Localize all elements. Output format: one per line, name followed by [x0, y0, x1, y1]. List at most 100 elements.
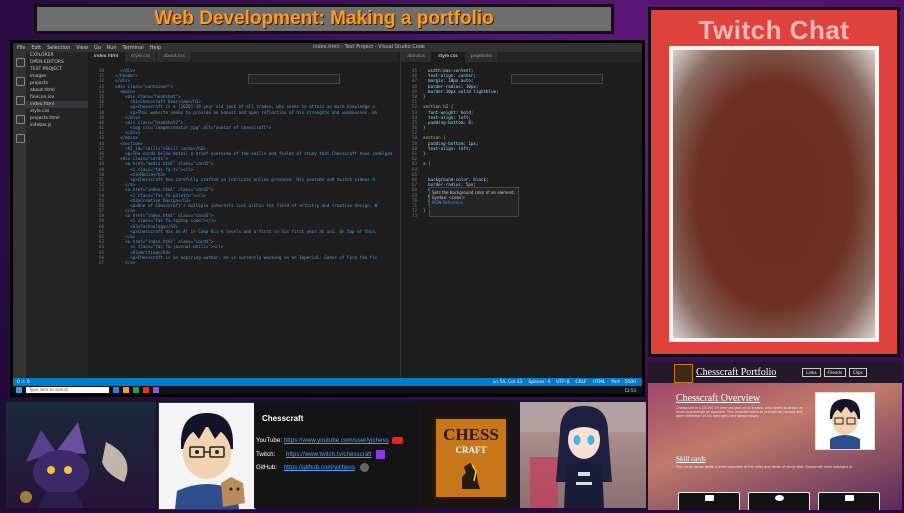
- vscode-titlebar: File Edit Selection View Go Run Terminal…: [13, 43, 642, 52]
- file-item[interactable]: style.css: [26, 108, 88, 115]
- youtube-icon: [392, 437, 404, 444]
- code-text: }: [423, 208, 426, 214]
- skill-card-media[interactable]: [678, 492, 740, 510]
- status-eol[interactable]: CRLF: [575, 380, 586, 385]
- explorer-icon[interactable]: [16, 58, 25, 67]
- search-icon[interactable]: [16, 77, 25, 86]
- chess-knight-icon: [462, 463, 480, 489]
- laptop-code-icon: [844, 495, 854, 501]
- code-text: <p>Chesscraft is an aspiring author, he …: [110, 254, 378, 260]
- status-language[interactable]: HTML: [593, 380, 606, 385]
- file-item[interactable]: projects: [26, 80, 88, 87]
- twitch-icon: [376, 450, 386, 459]
- menu-help[interactable]: Help: [150, 45, 161, 51]
- code-text: text-align: left;: [423, 145, 471, 151]
- site-name-link[interactable]: Chesscraft Portfolio: [696, 367, 776, 378]
- status-cursor[interactable]: Ln 54, Col 13: [493, 380, 523, 385]
- banner-title: Web Development: Making a portfolio: [154, 8, 494, 29]
- youtube-row: YouTube: https://www.youtube.com/user/yj…: [256, 437, 404, 445]
- file-item[interactable]: sidebar.js: [26, 122, 88, 129]
- taskbar-app-icon[interactable]: [143, 387, 149, 393]
- streamer-name: Chesscraft: [262, 414, 304, 423]
- title-banner: Web Development: Making a portfolio: [34, 4, 614, 34]
- code-area[interactable]: 30 </div> 31 </header> 32 </div> 33 <div cl…: [88, 68, 398, 265]
- github-label: GitHub:: [256, 464, 277, 472]
- chat-overlay-image: [673, 50, 875, 338]
- chesscraft-logo: CHESS CRAFT: [420, 402, 518, 508]
- editor-right[interactable]: aboutus style.css pagelinks 45 width:max…: [400, 52, 642, 378]
- code-text: border:10px solid lightblue;: [423, 88, 499, 94]
- tab-index-html[interactable]: index.html: [88, 52, 125, 62]
- twitch-row: Twitch: https://www.twitch.tv/chesscraft: [256, 450, 386, 459]
- windows-taskbar: Type here to search 12:53: [13, 386, 642, 394]
- tab-style-css-right[interactable]: style.css: [432, 52, 465, 62]
- code-text: a {: [423, 161, 431, 167]
- menu-edit[interactable]: Edit: [31, 45, 41, 51]
- extensions-icon[interactable]: [16, 134, 25, 143]
- find-widget[interactable]: [248, 74, 340, 84]
- file-item[interactable]: projects.html: [26, 115, 88, 122]
- find-widget-right[interactable]: [511, 74, 603, 84]
- tab-about-css[interactable]: about.css: [157, 52, 192, 62]
- source-control-icon[interactable]: [16, 96, 25, 105]
- site-logo[interactable]: [674, 364, 693, 383]
- menu-go[interactable]: Go: [94, 45, 101, 51]
- taskbar-app-icon[interactable]: [133, 387, 139, 393]
- taskbar-app-icon[interactable]: [153, 387, 159, 393]
- menu-terminal[interactable]: Terminal: [123, 45, 144, 51]
- taskbar-search[interactable]: Type here to search: [26, 387, 109, 393]
- tab-aboutus[interactable]: aboutus: [401, 52, 433, 62]
- skill-cards: [678, 492, 880, 510]
- file-item-selected[interactable]: index.html: [26, 101, 88, 108]
- nav-link-clips[interactable]: Clips: [848, 368, 867, 377]
- taskbar-app-icon[interactable]: [113, 387, 119, 393]
- window-title: index.html - Test Project - Visual Studi…: [313, 44, 425, 50]
- run-debug-icon[interactable]: [16, 115, 25, 124]
- code-text: }: [423, 93, 426, 99]
- section-open-editors[interactable]: OPEN EDITORS: [26, 59, 88, 66]
- skills-paragraph: The cards below detail a brief overview …: [676, 465, 853, 469]
- streamer-avatar: [158, 402, 256, 510]
- skill-card-technology[interactable]: [818, 492, 880, 510]
- section-test-project[interactable]: TEST PROJECT: [26, 66, 88, 73]
- github-link[interactable]: https://github.com/yjchess: [284, 464, 355, 471]
- status-problems[interactable]: 0 ⚠ 0: [17, 380, 30, 385]
- github-row: GitHub: https://github.com/yjchess: [256, 463, 369, 472]
- chat-title: Twitch Chat: [698, 15, 850, 45]
- editor-left[interactable]: index.html style.css about.css 30 </div>…: [88, 52, 398, 378]
- hover-link[interactable]: MDN Reference: [432, 200, 516, 205]
- taskbar-app-icon[interactable]: [123, 387, 129, 393]
- tab-style-css[interactable]: style.css: [125, 52, 158, 62]
- vtuber-character: [520, 402, 646, 508]
- code-text: <p>Chesscraft has carefully crafted an i…: [110, 176, 375, 182]
- status-port[interactable]: Port : 5500: [611, 380, 636, 385]
- youtube-label: YouTube:: [256, 437, 283, 445]
- menu-view[interactable]: View: [76, 45, 88, 51]
- twitch-link[interactable]: https://www.twitch.tv/chesscraft: [286, 451, 372, 458]
- status-spaces[interactable]: Spaces: 4: [528, 380, 550, 385]
- file-item[interactable]: images: [26, 73, 88, 80]
- palette-icon: [774, 495, 784, 501]
- status-encoding[interactable]: UTF-8: [556, 380, 569, 385]
- code-text: }: [423, 125, 426, 131]
- menu-file[interactable]: File: [17, 45, 25, 51]
- menu-run[interactable]: Run: [107, 45, 117, 51]
- tab-pagelinks[interactable]: pagelinks: [464, 52, 500, 62]
- windows-start-icon[interactable]: [16, 387, 22, 393]
- editor-tabs: index.html style.css about.css: [88, 52, 398, 62]
- twitch-label: Twitch:: [256, 451, 276, 459]
- code-line[interactable]: 67 </a>: [88, 260, 398, 265]
- file-item[interactable]: favicon.ico: [26, 94, 88, 101]
- code-text: <p>This website seeks to provide an hone…: [110, 109, 378, 115]
- menu-selection[interactable]: Selection: [47, 45, 70, 51]
- file-item[interactable]: about.html: [26, 87, 88, 94]
- chat-area: [669, 46, 879, 342]
- skill-card-design[interactable]: [748, 492, 810, 510]
- youtube-link[interactable]: https://www.youtube.com/user/yjchess: [284, 437, 389, 444]
- nav-link-links[interactable]: Links: [802, 368, 821, 377]
- streamer-info-card: Chesscraft YouTube: https://www.youtube.…: [254, 402, 418, 508]
- line-number: 73: [411, 213, 417, 219]
- code-text: }: [423, 151, 426, 156]
- tv-icon: [704, 495, 714, 501]
- nav-link-friends[interactable]: Friends: [823, 368, 846, 377]
